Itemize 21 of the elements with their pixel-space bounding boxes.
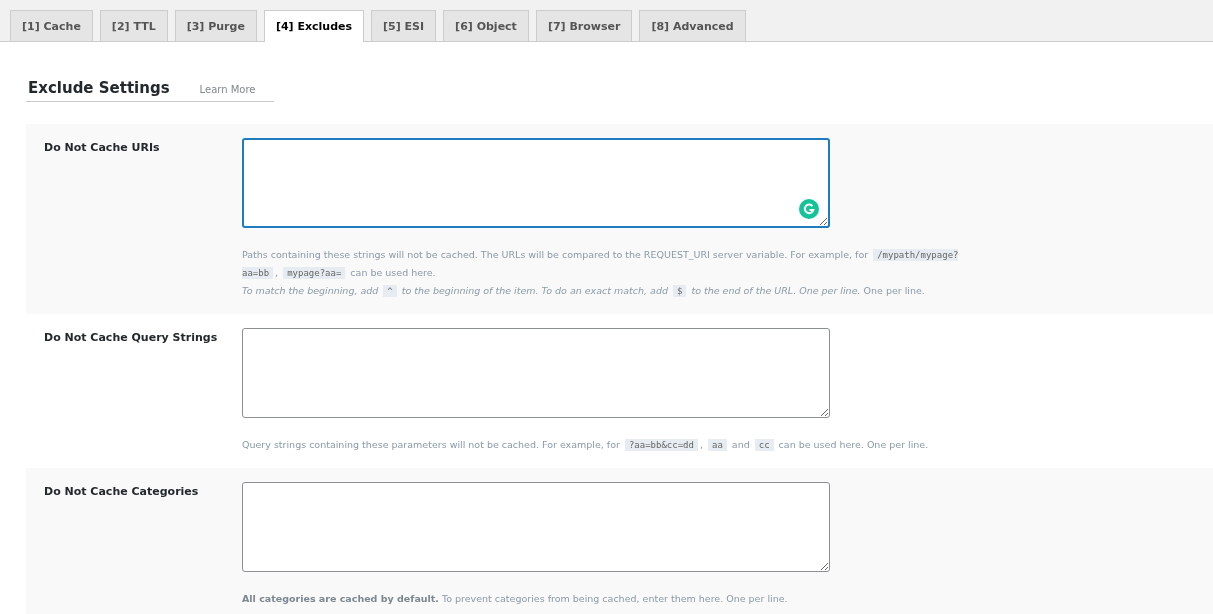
tab[interactable]: [1] Cache <box>10 10 93 41</box>
setting-description: Paths containing these strings will not be cached. The URLs will be compared to the REQUEST_URI server variable. For example, for /mypath/mypage?aa=bb , mypage?aa= can be used here. <box>242 248 960 281</box>
text-area[interactable] <box>242 138 830 228</box>
grammar-check-icon[interactable] <box>799 199 819 219</box>
learn-more-link[interactable]: Learn More <box>199 84 256 95</box>
setting-label: Do Not Cache Categories <box>44 484 200 500</box>
setting-label: Do Not Cache Query Strings <box>44 330 219 346</box>
text-area[interactable] <box>242 482 830 572</box>
tab[interactable]: [7] Browser <box>535 10 633 41</box>
tab[interactable]: [4] Excludes <box>263 10 365 42</box>
setting-label: Do Not Cache URIs <box>44 140 161 156</box>
section-title: Exclude Settings <box>28 79 170 97</box>
tab[interactable]: [5] ESI <box>371 10 437 41</box>
setting-description: Query strings containing these parameters will not be cached. For example, for ?aa=bb&cc=dd , aa and cc can be used here. One per line. <box>242 438 930 453</box>
text-area[interactable] <box>242 328 830 418</box>
tab[interactable]: [2] TTL <box>99 10 168 41</box>
tab[interactable]: [3] Purge <box>174 10 257 41</box>
tab[interactable]: [8] Advanced <box>639 10 746 41</box>
setting-description: All categories are cached by default. To prevent categories from being cached, enter them here. One per line. <box>242 592 789 606</box>
setting-description: To match the beginning, add ^ to the beginning of the item. To do an exact match, add $ to the end of the URL. One per line. One per line. <box>242 284 926 299</box>
tab[interactable]: [6] Object <box>443 10 529 41</box>
